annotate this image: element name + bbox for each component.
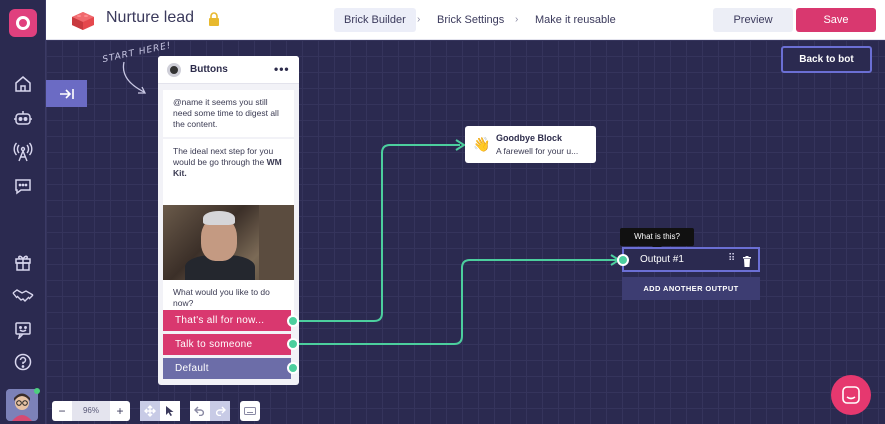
tab-brick-builder[interactable]: Brick Builder <box>334 8 416 32</box>
output-label: Output #1 <box>640 254 684 265</box>
quick-reply-button[interactable]: Talk to someone <box>163 334 291 355</box>
output-node[interactable]: Output #1 ⠿ <box>622 247 760 272</box>
connector-port[interactable] <box>287 315 299 327</box>
select-tool-icon[interactable] <box>160 401 180 421</box>
save-button[interactable]: Save <box>796 8 876 32</box>
buttons-block-icon <box>167 63 181 77</box>
keyboard-shortcuts <box>240 401 260 421</box>
tooltip: What is this? <box>620 228 694 246</box>
handshake-icon[interactable] <box>11 284 35 308</box>
undo-icon[interactable] <box>190 401 210 421</box>
flow-canvas[interactable]: START HERE! Back to bot Buttons ••• @nam… <box>46 40 885 424</box>
online-status-dot <box>34 388 40 394</box>
brick-icon <box>70 9 96 31</box>
help-icon[interactable] <box>11 350 35 374</box>
zoom-out-button[interactable]: − <box>52 401 72 421</box>
top-bar: Nurture lead Brick Builder › Brick Setti… <box>46 0 885 40</box>
zoom-control: − 96% + <box>52 401 130 421</box>
feedback-icon[interactable] <box>11 318 35 342</box>
breadcrumb-separator: › <box>417 14 421 25</box>
message-text: The ideal next step for you would be go … <box>173 146 274 167</box>
preview-button[interactable]: Preview <box>713 8 793 32</box>
history-tools <box>190 401 230 421</box>
home-icon[interactable] <box>11 72 35 96</box>
keyboard-icon[interactable] <box>240 401 260 421</box>
connector-port[interactable] <box>287 362 299 374</box>
broadcast-icon[interactable] <box>11 140 35 164</box>
card-menu-icon[interactable]: ••• <box>274 62 290 76</box>
output-port[interactable] <box>617 254 629 266</box>
drag-handle-icon[interactable]: ⠿ <box>728 253 735 264</box>
tab-make-it-reusable[interactable]: Make it reusable <box>525 8 626 32</box>
sidebar <box>0 0 46 424</box>
zoom-level: 96% <box>72 401 110 421</box>
trash-icon[interactable] <box>742 254 752 267</box>
avatar[interactable] <box>6 389 38 421</box>
card-header: Buttons ••• <box>158 56 299 84</box>
wave-icon: 👋 <box>473 136 491 152</box>
support-chat-button[interactable] <box>831 375 871 415</box>
redo-icon[interactable] <box>210 401 230 421</box>
breadcrumb-separator: › <box>515 14 519 25</box>
pan-tool-icon[interactable] <box>140 401 160 421</box>
goodbye-block-card[interactable]: 👋 Goodbye Block A farewell for your u... <box>465 126 596 163</box>
quick-reply-button[interactable]: Default <box>163 358 291 379</box>
card-description: A farewell for your u... <box>496 146 579 156</box>
page-title: Nurture lead <box>106 9 195 26</box>
tab-brick-settings[interactable]: Brick Settings <box>427 8 514 32</box>
message-bubble: The ideal next step for you would be go … <box>163 139 294 205</box>
connector-port[interactable] <box>287 338 299 350</box>
card-title: Goodbye Block <box>496 133 563 143</box>
quick-reply-button[interactable]: That's all for now... <box>163 310 291 331</box>
zoom-in-button[interactable]: + <box>110 401 130 421</box>
lock-icon[interactable] <box>207 11 221 27</box>
add-output-button[interactable]: ADD ANOTHER OUTPUT <box>622 277 760 300</box>
mode-tools <box>140 401 180 421</box>
bot-icon[interactable] <box>11 106 35 130</box>
message-bubble: @name it seems you still need some time … <box>163 90 294 137</box>
chat-icon[interactable] <box>11 174 35 198</box>
app-logo[interactable] <box>9 9 37 37</box>
buttons-block-card[interactable]: Buttons ••• @name it seems you still nee… <box>158 56 299 385</box>
card-title: Buttons <box>190 64 228 75</box>
gift-icon[interactable] <box>11 250 35 274</box>
gif-image <box>163 205 294 280</box>
